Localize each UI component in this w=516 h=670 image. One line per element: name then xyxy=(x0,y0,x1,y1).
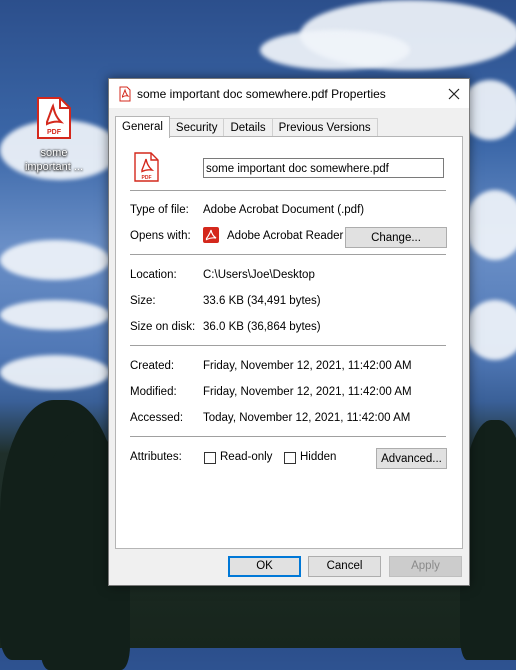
general-tab-panel: PDF some important doc somewhere.pdf Typ… xyxy=(115,136,463,549)
accessed-value: Today, November 12, 2021, 11:42:00 AM xyxy=(203,412,411,424)
separator xyxy=(130,436,446,437)
advanced-button[interactable]: Advanced... xyxy=(376,448,447,469)
hidden-checkbox[interactable] xyxy=(284,452,296,464)
close-button[interactable] xyxy=(439,79,469,108)
tab-details[interactable]: Details xyxy=(223,118,273,137)
tab-strip: General Security Details Previous Versio… xyxy=(115,116,378,138)
svg-text:PDF: PDF xyxy=(47,129,62,136)
pdf-file-icon: PDF xyxy=(36,96,72,140)
close-icon xyxy=(448,88,460,99)
tab-previous-versions[interactable]: Previous Versions xyxy=(271,118,378,137)
read-only-checkbox[interactable] xyxy=(204,452,216,464)
read-only-label[interactable]: Read-only xyxy=(220,451,272,463)
type-of-file-value: Adobe Acrobat Document (.pdf) xyxy=(203,204,365,216)
ok-button[interactable]: OK xyxy=(228,556,301,577)
acrobat-reader-icon xyxy=(203,227,219,243)
created-label: Created: xyxy=(130,360,175,372)
filename-field[interactable]: some important doc somewhere.pdf xyxy=(203,158,444,178)
separator xyxy=(130,254,446,255)
separator xyxy=(130,345,446,346)
svg-text:PDF: PDF xyxy=(142,175,152,181)
opens-with-value: Adobe Acrobat Reader xyxy=(227,230,344,242)
location-label: Location: xyxy=(130,269,177,281)
dialog-title: some important doc somewhere.pdf Propert… xyxy=(137,86,386,101)
title-bar[interactable]: some important doc somewhere.pdf Propert… xyxy=(109,79,469,108)
accessed-label: Accessed: xyxy=(130,412,184,424)
modified-value: Friday, November 12, 2021, 11:42:00 AM xyxy=(203,386,412,398)
properties-dialog: some important doc somewhere.pdf Propert… xyxy=(108,78,470,586)
desktop-file-icon[interactable]: PDF some important ... xyxy=(18,96,90,174)
desktop-icon-label: some important ... xyxy=(24,147,84,173)
pdf-file-icon xyxy=(119,86,131,101)
opens-with-label: Opens with: xyxy=(130,230,191,242)
created-value: Friday, November 12, 2021, 11:42:00 AM xyxy=(203,360,412,372)
hidden-label[interactable]: Hidden xyxy=(300,451,336,463)
cancel-button[interactable]: Cancel xyxy=(308,556,381,577)
size-value: 33.6 KB (34,491 bytes) xyxy=(203,295,321,307)
modified-label: Modified: xyxy=(130,386,177,398)
separator xyxy=(130,190,446,191)
change-button[interactable]: Change... xyxy=(345,227,447,248)
tab-security[interactable]: Security xyxy=(168,118,225,137)
tab-general[interactable]: General xyxy=(115,116,170,138)
size-on-disk-value: 36.0 KB (36,864 bytes) xyxy=(203,321,321,333)
size-label: Size: xyxy=(130,295,156,307)
location-value: C:\Users\Joe\Desktop xyxy=(203,269,315,281)
type-of-file-label: Type of file: xyxy=(130,204,189,216)
attributes-label: Attributes: xyxy=(130,451,182,463)
pdf-file-icon: PDF xyxy=(134,152,160,182)
apply-button[interactable]: Apply xyxy=(389,556,462,577)
size-on-disk-label: Size on disk: xyxy=(130,321,196,333)
